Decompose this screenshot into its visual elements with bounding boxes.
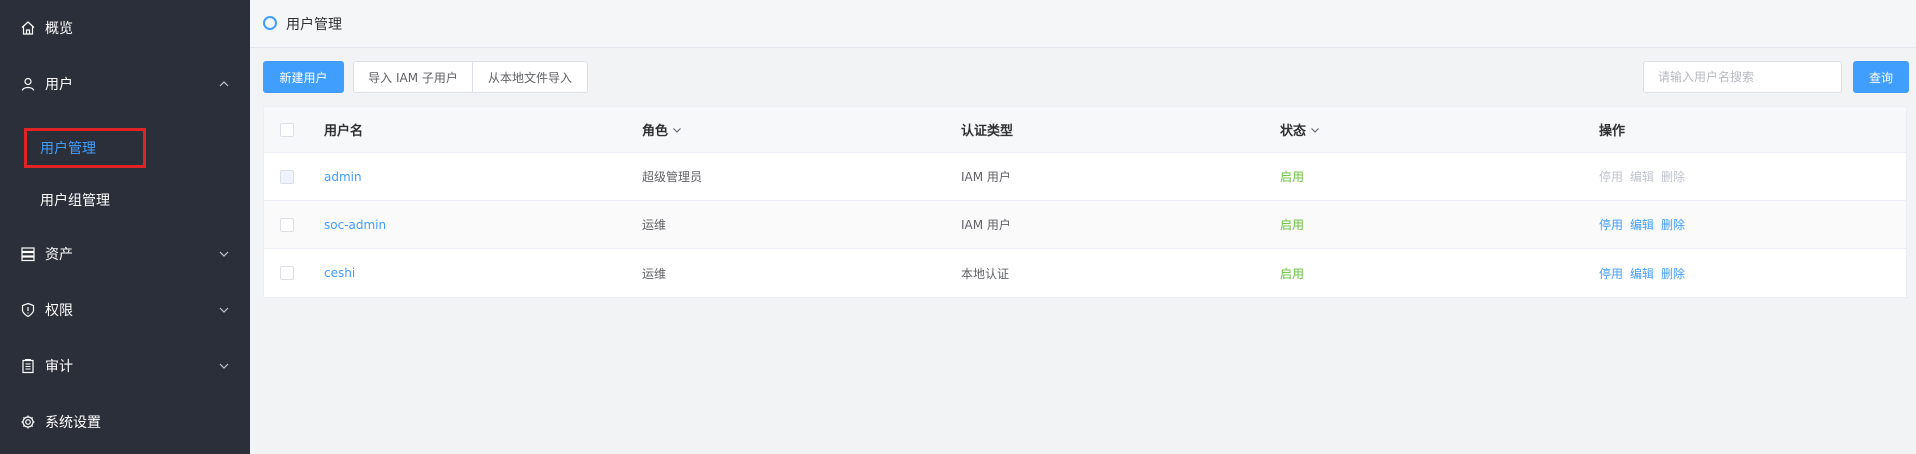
user-icon	[19, 75, 37, 93]
row-checkbox	[280, 169, 294, 184]
status-badge: 启用	[1280, 170, 1305, 184]
sidebar-item-label: 概览	[45, 21, 73, 37]
users-table: 用户名 角色 认证类型 状态 操作 admin 超级管理员 IAM 用户 启用 …	[263, 106, 1907, 298]
auth-type-cell: IAM 用户	[961, 170, 1011, 184]
column-header-username: 用户名	[324, 124, 364, 139]
disable-button[interactable]: 停用	[1599, 216, 1623, 233]
row-actions: 停用 编辑 删除	[1599, 201, 1692, 248]
column-header-label: 状态	[1280, 124, 1307, 139]
row-actions: 停用 编辑 删除	[1599, 249, 1692, 297]
sidebar-item-label: 用户	[45, 77, 73, 93]
table-header-row: 用户名 角色 认证类型 状态 操作	[264, 107, 1906, 153]
sidebar-item-overview[interactable]: 概览	[0, 0, 250, 56]
edit-button[interactable]: 编辑	[1630, 216, 1654, 233]
disable-button: 停用	[1599, 170, 1624, 184]
sidebar: 概览 用户 用户管理 用户组管理 资产 权限 审计 系统设置	[0, 0, 250, 454]
chevron-down-icon	[219, 307, 229, 313]
home-icon	[19, 19, 37, 37]
chevron-down-icon	[673, 127, 681, 133]
table-row: admin 超级管理员 IAM 用户 启用 停用 编辑 删除	[264, 153, 1906, 201]
column-header-role[interactable]: 角色	[642, 107, 682, 152]
asset-icon	[19, 245, 37, 263]
query-button[interactable]: 查询	[1853, 61, 1909, 93]
sidebar-item-label: 系统设置	[45, 415, 101, 431]
sidebar-subitem-user-group-management[interactable]: 用户组管理	[0, 178, 250, 222]
sidebar-item-assets[interactable]: 资产	[0, 226, 250, 282]
username-link[interactable]: soc-admin	[324, 201, 386, 248]
column-header-auth-type: 认证类型	[961, 124, 1014, 139]
edit-button: 编辑	[1630, 170, 1655, 184]
disable-button[interactable]: 停用	[1599, 265, 1623, 282]
username-link[interactable]: ceshi	[324, 249, 355, 297]
shield-icon	[19, 301, 37, 319]
sidebar-item-users[interactable]: 用户	[0, 56, 250, 112]
auth-type-cell: IAM 用户	[961, 218, 1011, 232]
delete-button[interactable]: 删除	[1661, 265, 1685, 282]
chevron-down-icon	[219, 363, 229, 369]
sidebar-subitem-label: 用户组管理	[40, 193, 110, 209]
status-badge: 启用	[1280, 218, 1305, 232]
delete-button[interactable]: 删除	[1661, 216, 1685, 233]
sidebar-item-permissions[interactable]: 权限	[0, 282, 250, 338]
sidebar-item-label: 权限	[45, 303, 73, 319]
sidebar-item-label: 审计	[45, 359, 73, 375]
table-row: ceshi 运维 本地认证 启用 停用 编辑 删除	[264, 249, 1906, 297]
column-header-actions: 操作	[1599, 124, 1626, 139]
sidebar-item-label: 资产	[45, 247, 73, 263]
circle-icon	[263, 16, 277, 30]
chevron-down-icon	[1311, 127, 1319, 133]
select-all-checkbox[interactable]	[280, 122, 294, 137]
row-checkbox[interactable]	[280, 217, 294, 232]
status-badge: 启用	[1280, 266, 1305, 281]
column-header-label: 角色	[642, 124, 669, 139]
role-cell: 运维	[642, 266, 667, 281]
username-link[interactable]: admin	[324, 153, 362, 200]
new-user-button[interactable]: 新建用户	[263, 61, 344, 93]
page-header: 用户管理	[250, 0, 1916, 48]
row-actions: 停用 编辑 删除	[1599, 153, 1692, 200]
chevron-down-icon	[219, 251, 229, 257]
gear-icon	[19, 413, 37, 431]
page-title: 用户管理	[286, 16, 342, 33]
highlight-box	[24, 128, 146, 168]
role-cell: 运维	[642, 218, 667, 232]
table-row: soc-admin 运维 IAM 用户 启用 停用 编辑 删除	[264, 201, 1906, 249]
column-header-status[interactable]: 状态	[1280, 107, 1320, 152]
edit-button[interactable]: 编辑	[1630, 265, 1654, 282]
import-iam-button[interactable]: 导入 IAM 子用户	[353, 61, 473, 93]
row-checkbox[interactable]	[280, 266, 294, 280]
sidebar-item-system-settings[interactable]: 系统设置	[0, 394, 250, 450]
chevron-up-icon	[219, 81, 229, 87]
clipboard-icon	[19, 357, 37, 375]
auth-type-cell: 本地认证	[961, 266, 1010, 281]
delete-button: 删除	[1661, 170, 1686, 184]
search-input[interactable]	[1643, 61, 1842, 93]
import-local-file-button[interactable]: 从本地文件导入	[472, 61, 588, 93]
role-cell: 超级管理员	[642, 170, 703, 184]
sidebar-item-audit[interactable]: 审计	[0, 338, 250, 394]
